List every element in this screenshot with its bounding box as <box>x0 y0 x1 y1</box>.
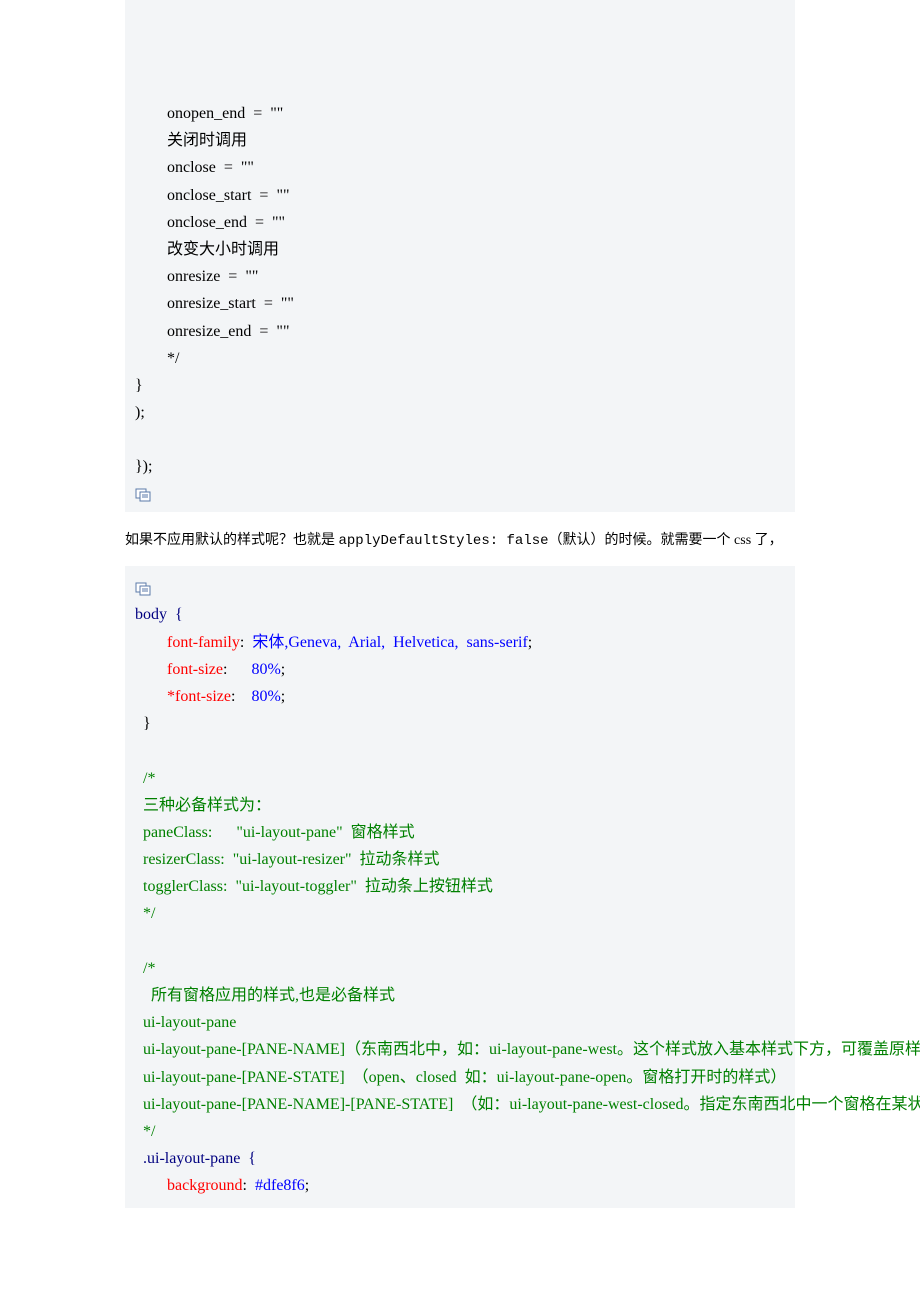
text: 如果不应用默认的样式呢？也就是 <box>125 533 339 548</box>
code-line: ui-layout-pane <box>135 1009 785 1036</box>
code-line: */ <box>135 900 785 927</box>
code-line: font-size: 80%; <box>135 656 785 683</box>
page: onopen_end = "" 关闭时调用 onclose = "" onclo… <box>0 0 920 1302</box>
inline-code: applyDefaultStyles: false <box>339 533 549 549</box>
code-line: */ <box>135 1118 785 1145</box>
code-line: onresize_start = "" <box>135 290 785 317</box>
code-line: }); <box>135 453 785 480</box>
code-line: body { <box>135 601 785 628</box>
text: （默认）的时候。就需要一个 css 了， <box>549 533 783 548</box>
code-line <box>135 426 785 453</box>
code-line: onopen_end = "" <box>135 100 785 127</box>
blank-line <box>135 737 785 764</box>
code-line: 改变大小时调用 <box>135 236 785 263</box>
blank-line <box>135 928 785 955</box>
code-line: 关闭时调用 <box>135 127 785 154</box>
code-line: onclose_end = "" <box>135 209 785 236</box>
code-line: ); <box>135 399 785 426</box>
code-line: resizerClass: "ui-layout-resizer" 拉动条样式 <box>135 846 785 873</box>
code-line: ui-layout-pane-[PANE-NAME]（东南西北中，如：ui-la… <box>135 1036 785 1063</box>
copy-icon[interactable] <box>135 488 153 502</box>
code-line: onresize_end = "" <box>135 318 785 345</box>
code-line: *font-size: 80%; <box>135 683 785 710</box>
code-line: 三种必备样式为： <box>135 792 785 819</box>
code-line: togglerClass: "ui-layout-toggler" 拉动条上按钮… <box>135 873 785 900</box>
code-line: ui-layout-pane-[PANE-STATE] （open、closed… <box>135 1064 785 1091</box>
code-block-1: onopen_end = "" 关闭时调用 onclose = "" onclo… <box>125 0 795 512</box>
code-block-2: body { font-family: 宋体,Geneva, Arial, He… <box>125 566 795 1207</box>
code-line: */ <box>135 345 785 372</box>
code-line: onresize = "" <box>135 263 785 290</box>
code-line: } <box>135 710 785 737</box>
code-line: 所有窗格应用的样式,也是必备样式 <box>135 982 785 1009</box>
paragraph: 如果不应用默认的样式呢？也就是 applyDefaultStyles: fals… <box>125 530 795 552</box>
code-line: /* <box>135 765 785 792</box>
code-line: paneClass: "ui-layout-pane" 窗格样式 <box>135 819 785 846</box>
code-line: /* <box>135 955 785 982</box>
code-line: background: #dfe8f6; <box>135 1172 785 1199</box>
code-line: } <box>135 372 785 399</box>
code-line: .ui-layout-pane { <box>135 1145 785 1172</box>
code-line: font-family: 宋体,Geneva, Arial, Helvetica… <box>135 629 785 656</box>
code-line: onclose = "" <box>135 154 785 181</box>
code-line: onclose_start = "" <box>135 182 785 209</box>
code-line: ui-layout-pane-[PANE-NAME]-[PANE-STATE] … <box>135 1091 785 1118</box>
copy-icon[interactable] <box>135 582 153 596</box>
